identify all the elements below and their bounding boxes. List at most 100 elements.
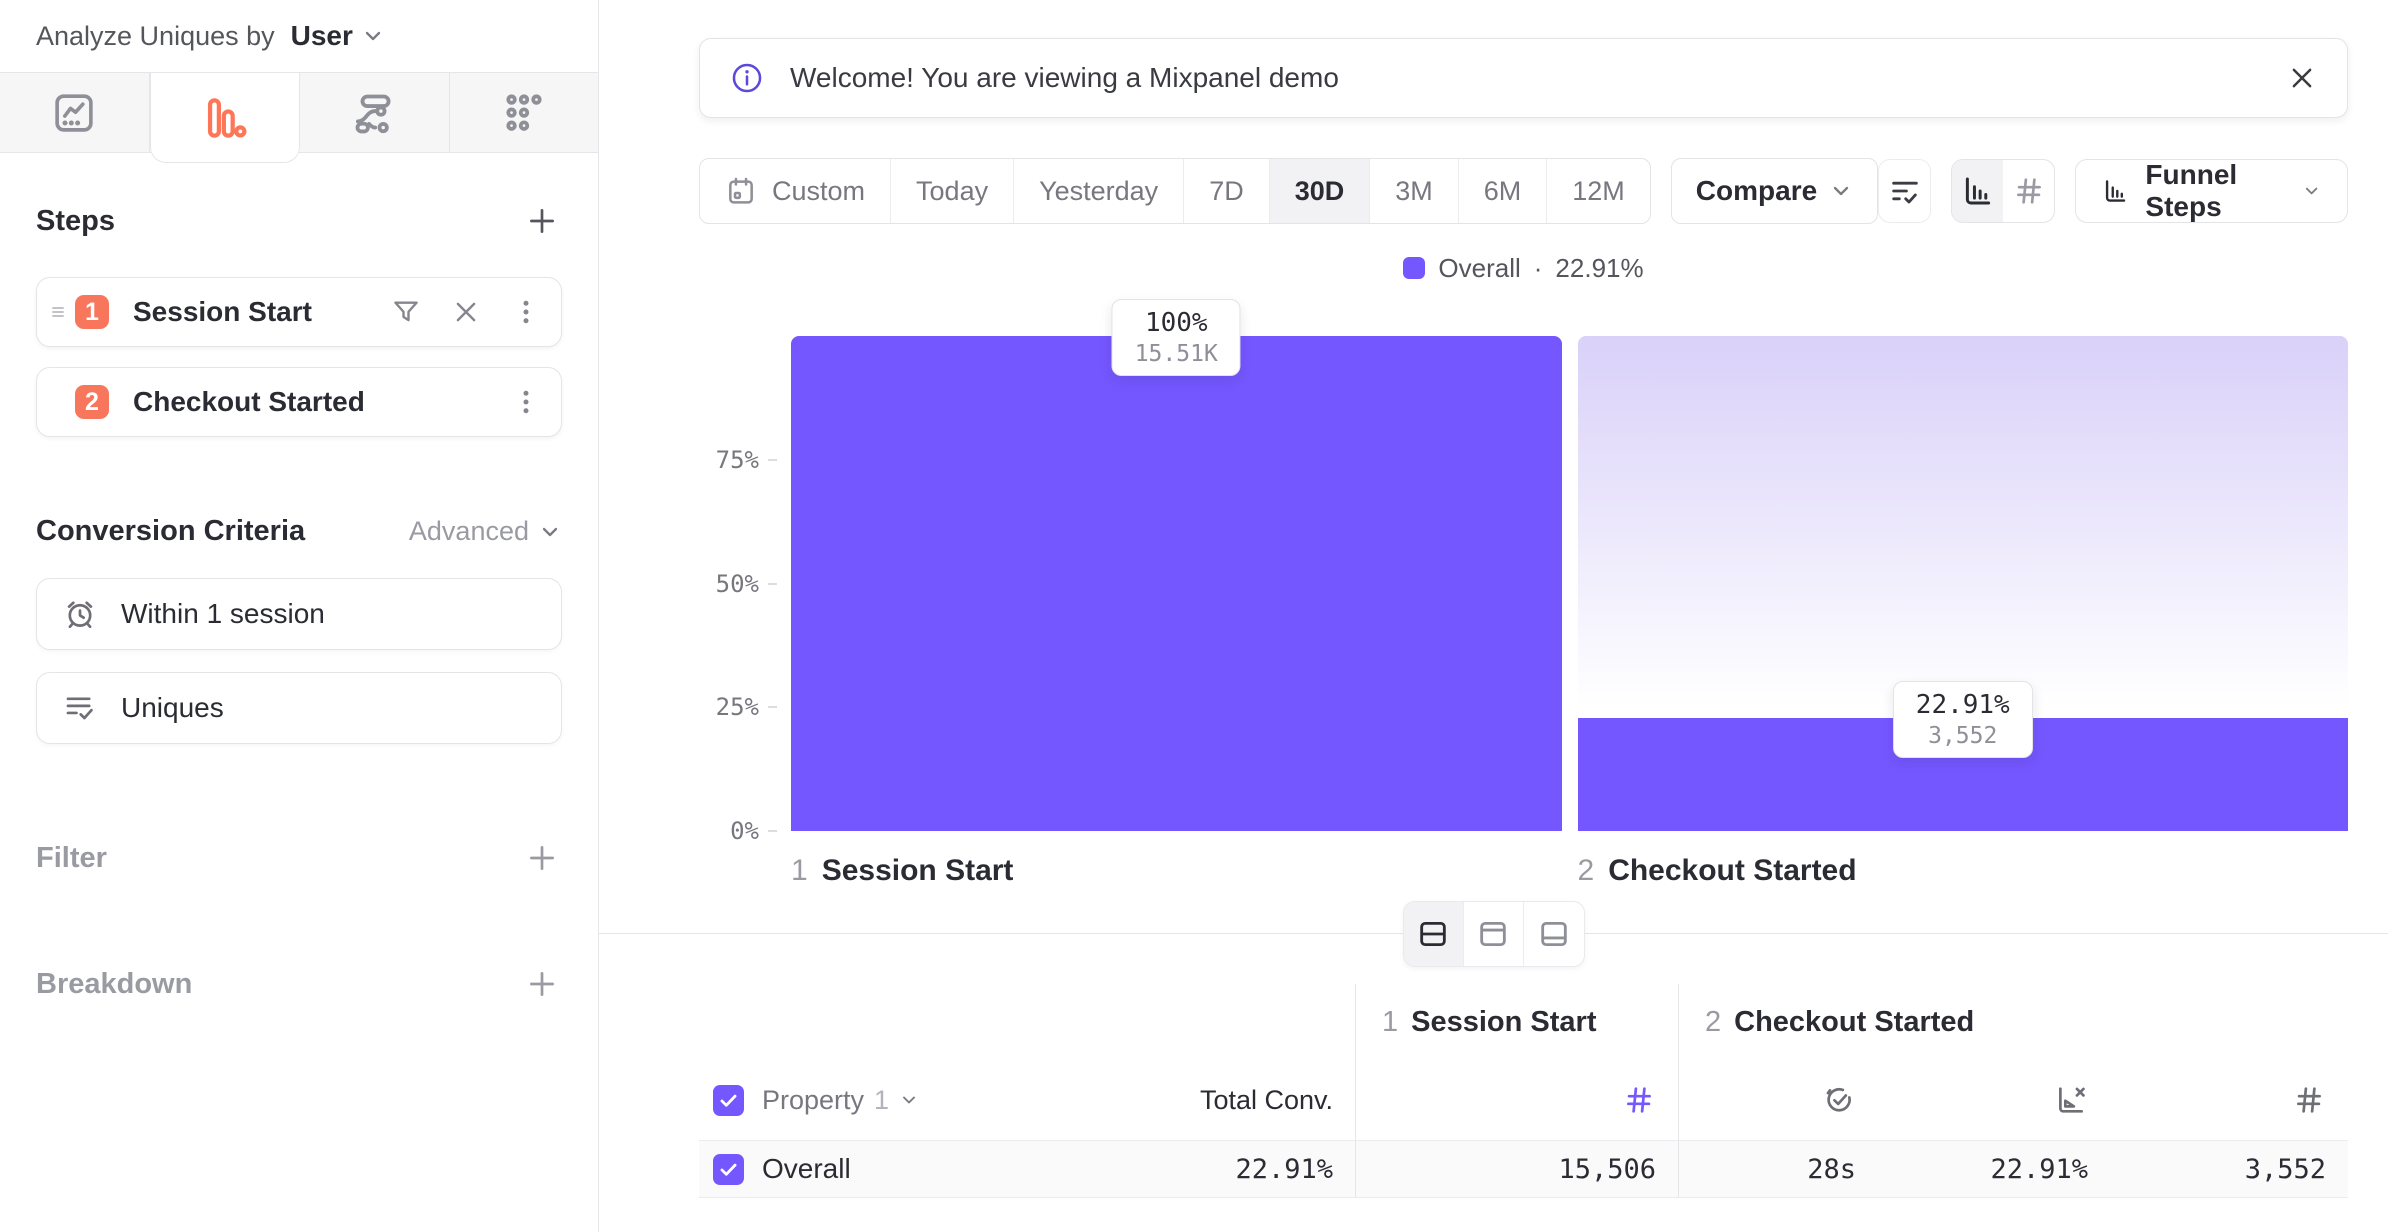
- chart-legend[interactable]: Overall · 22.91%: [699, 250, 2348, 286]
- row-total-conv: 22.91%: [1155, 1140, 1355, 1198]
- total-conv-header: Total Conv.: [1155, 1060, 1355, 1140]
- step2-time-header[interactable]: [1678, 1060, 1878, 1140]
- legend-series-label: Overall: [1438, 253, 1520, 284]
- group-header-step1: 1 Session Start: [1355, 984, 1678, 1060]
- y-tick: 0%: [730, 817, 777, 845]
- report-type-tabbar: [0, 72, 598, 153]
- y-tick: 25%: [716, 693, 777, 721]
- range-today[interactable]: Today: [891, 159, 1014, 223]
- check-icon: [718, 1159, 739, 1180]
- legend-swatch: [1403, 257, 1425, 279]
- group-header-step2: 2 Checkout Started: [1678, 984, 2348, 1060]
- layout-split-icon: [1416, 917, 1450, 951]
- counting-method-card[interactable]: Uniques: [36, 672, 562, 744]
- row-checkbox[interactable]: [713, 1154, 744, 1185]
- range-3m[interactable]: 3M: [1370, 159, 1459, 223]
- add-breakdown-button[interactable]: [522, 964, 562, 1004]
- steps-section: Steps 1 Session Start 2 Checkout Started: [0, 201, 598, 437]
- chart-table-divider: [599, 933, 2388, 934]
- layout-chart-only-button[interactable]: [1464, 902, 1524, 966]
- add-step-button[interactable]: [522, 201, 562, 241]
- banner-message: Welcome! You are viewing a Mixpanel demo: [790, 62, 2261, 94]
- step-event-name[interactable]: Session Start: [133, 296, 391, 328]
- bar-tooltip: 100% 15.51K: [1112, 299, 1241, 376]
- range-30d[interactable]: 30D: [1270, 159, 1371, 223]
- funnel-step-labels: 1 Session Start 2 Checkout Started: [791, 849, 2348, 893]
- list-check-icon: [1888, 174, 1922, 208]
- layout-table-only-button[interactable]: [1524, 902, 1584, 966]
- range-7d[interactable]: 7D: [1184, 159, 1270, 223]
- layout-split-button[interactable]: [1404, 902, 1464, 966]
- banner-close-button[interactable]: [2287, 63, 2317, 93]
- plus-icon: [525, 967, 559, 1001]
- number-toggle[interactable]: [2003, 160, 2054, 222]
- tab-funnels[interactable]: [150, 73, 301, 163]
- hash-icon: [2292, 1083, 2326, 1117]
- range-custom[interactable]: Custom: [700, 159, 891, 223]
- value-display-toggle: [1951, 159, 2055, 223]
- tab-retention[interactable]: [450, 73, 599, 152]
- legend-separator: ·: [1534, 253, 1543, 284]
- filter-section: Filter: [0, 838, 598, 878]
- chevron-down-icon: [1829, 179, 1853, 203]
- conversion-window-label: Within 1 session: [121, 598, 325, 630]
- advanced-label: Advanced: [409, 516, 529, 547]
- y-tick: 75%: [716, 446, 777, 474]
- metrics-list-button[interactable]: [1878, 159, 1931, 223]
- hash-icon: [2012, 174, 2046, 208]
- funnel-bar-checkout-started[interactable]: 22.91% 3,552: [1578, 336, 2349, 831]
- analyze-label: Analyze Uniques by: [36, 21, 275, 52]
- hash-icon: [1622, 1083, 1656, 1117]
- step-card-2[interactable]: 2 Checkout Started: [36, 367, 562, 437]
- kebab-menu-icon[interactable]: [511, 387, 541, 417]
- funnel-bar-session-start[interactable]: 100% 15.51K: [791, 336, 1562, 831]
- analyze-by-dropdown[interactable]: User: [291, 20, 385, 52]
- tab-flows[interactable]: [300, 73, 450, 152]
- demo-welcome-banner: Welcome! You are viewing a Mixpanel demo: [699, 38, 2348, 118]
- bar-chart-toggle[interactable]: [1952, 160, 2003, 222]
- insights-icon: [51, 90, 97, 136]
- step2-count-header[interactable]: [2110, 1060, 2348, 1140]
- compare-label: Compare: [1696, 175, 1817, 207]
- property-dropdown[interactable]: Property 1: [762, 1085, 919, 1116]
- counting-method-label: Uniques: [121, 692, 224, 724]
- chart-type-dropdown[interactable]: Funnel Steps: [2075, 159, 2348, 223]
- compare-button[interactable]: Compare: [1671, 158, 1878, 224]
- conversion-window-card[interactable]: Within 1 session: [36, 578, 562, 650]
- chart-toolbar: Custom Today Yesterday 7D 30D 3M 6M 12M …: [699, 158, 2348, 224]
- panel-layout-toggles: [1403, 901, 1585, 967]
- tab-insights[interactable]: [0, 73, 150, 152]
- results-table: 1 Session Start 2 Checkout Started Prope…: [699, 984, 2348, 1198]
- kebab-menu-icon[interactable]: [511, 297, 541, 327]
- drag-handle-icon[interactable]: [45, 300, 71, 324]
- chevron-down-icon: [2302, 179, 2321, 203]
- range-6m[interactable]: 6M: [1459, 159, 1548, 223]
- close-icon: [2287, 63, 2317, 93]
- range-yesterday[interactable]: Yesterday: [1014, 159, 1184, 223]
- chart-type-label: Funnel Steps: [2145, 159, 2285, 223]
- step2-convrate-header[interactable]: [1878, 1060, 2110, 1140]
- range-12m[interactable]: 12M: [1547, 159, 1650, 223]
- chevron-down-icon: [361, 24, 385, 48]
- info-icon: [730, 61, 764, 95]
- flows-icon: [351, 90, 397, 136]
- conversion-rate-chart-icon: [2054, 1083, 2088, 1117]
- funnels-icon: [202, 95, 248, 141]
- step1-count-header[interactable]: [1355, 1060, 1678, 1140]
- step-event-name[interactable]: Checkout Started: [133, 386, 511, 418]
- row-overall-label-cell: Overall: [699, 1140, 1155, 1198]
- close-icon[interactable]: [451, 297, 481, 327]
- filter-funnel-icon[interactable]: [391, 297, 421, 327]
- step-card-1[interactable]: 1 Session Start: [36, 277, 562, 347]
- property-header-cell: Property 1: [699, 1060, 1155, 1140]
- steps-title: Steps: [36, 205, 115, 238]
- layout-bottom-icon: [1537, 917, 1571, 951]
- bar-chart-icon: [2102, 174, 2129, 208]
- funnel-bar[interactable]: [791, 336, 1562, 831]
- legend-value: 22.91%: [1555, 253, 1643, 284]
- add-filter-button[interactable]: [522, 838, 562, 878]
- select-all-checkbox[interactable]: [713, 1085, 744, 1116]
- date-range-selector: Custom Today Yesterday 7D 30D 3M 6M 12M: [699, 158, 1651, 224]
- funnel-dropoff-gradient: [1578, 336, 2349, 718]
- advanced-dropdown[interactable]: Advanced: [409, 516, 562, 547]
